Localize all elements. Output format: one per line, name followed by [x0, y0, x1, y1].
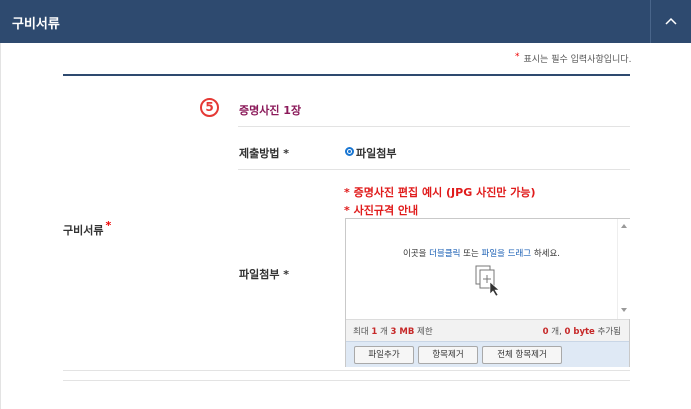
- photo-title: 증명사진 1장: [239, 104, 302, 117]
- photo-spec-link[interactable]: * 사진규격 안내: [344, 202, 418, 218]
- photo-example-link[interactable]: * 증명사진 편집 예시 (JPG 사진만 가능): [344, 184, 536, 200]
- remove-all-items-button[interactable]: 전체 항목제거: [482, 346, 562, 364]
- form-bottom-rule-2: [63, 380, 630, 381]
- form-bottom-rule: [63, 370, 630, 371]
- uploader-button-bar: 파일추가 항목제거 전체 항목제거: [346, 341, 629, 367]
- drop-instruction: 이곳을 더블클릭 또는 파일을 드래그 하세요.: [403, 249, 560, 259]
- collapse-button[interactable]: [651, 0, 691, 43]
- upload-status-bar: 최대 1 개 3 MB 제한 0 개, 0 byte 추가됨: [346, 319, 629, 341]
- attach-file-radio[interactable]: [345, 147, 354, 156]
- required-note: * 표시는 필수 입력사항입니다.: [515, 52, 631, 65]
- required-star: *: [515, 52, 520, 62]
- required-note-text: 표시는 필수 입력사항입니다.: [523, 55, 632, 65]
- remove-item-button[interactable]: 항목제거: [418, 346, 478, 364]
- file-drop-zone[interactable]: 이곳을 더블클릭 또는 파일을 드래그 하세요.: [346, 219, 617, 319]
- scroll-down-arrow-icon[interactable]: [621, 308, 627, 312]
- attach-file-radio-label[interactable]: 파일첨부: [356, 145, 396, 161]
- section-header-title: 구비서류: [12, 17, 60, 32]
- row-divider: [238, 126, 630, 127]
- documents-label: 구비서류 *: [63, 219, 112, 238]
- file-attach-label: 파일첨부 *: [239, 268, 290, 281]
- upload-added-text: 0 개, 0 byte 추가됨: [542, 327, 621, 337]
- panel-border: [0, 43, 1, 409]
- upload-limit-text: 최대 1 개 3 MB 제한: [353, 327, 433, 337]
- drop-zone-scrollbar[interactable]: [617, 219, 630, 319]
- submit-method-label: 제출방법 *: [239, 147, 290, 160]
- scroll-up-arrow-icon[interactable]: [621, 224, 627, 228]
- documents-required-star: *: [105, 219, 112, 232]
- section-header: 구비서류: [0, 0, 691, 43]
- add-file-button[interactable]: 파일추가: [354, 346, 414, 364]
- documents-label-text: 구비서류: [63, 224, 104, 237]
- file-uploader: 이곳을 더블클릭 또는 파일을 드래그 하세요. 최대 1 개 3 MB 제한 …: [345, 218, 630, 367]
- item-number-badge: 5: [200, 98, 219, 117]
- row-divider: [238, 169, 630, 170]
- chevron-up-icon: [665, 17, 677, 25]
- form-top-rule: [63, 74, 630, 76]
- file-add-icon: [475, 265, 500, 297]
